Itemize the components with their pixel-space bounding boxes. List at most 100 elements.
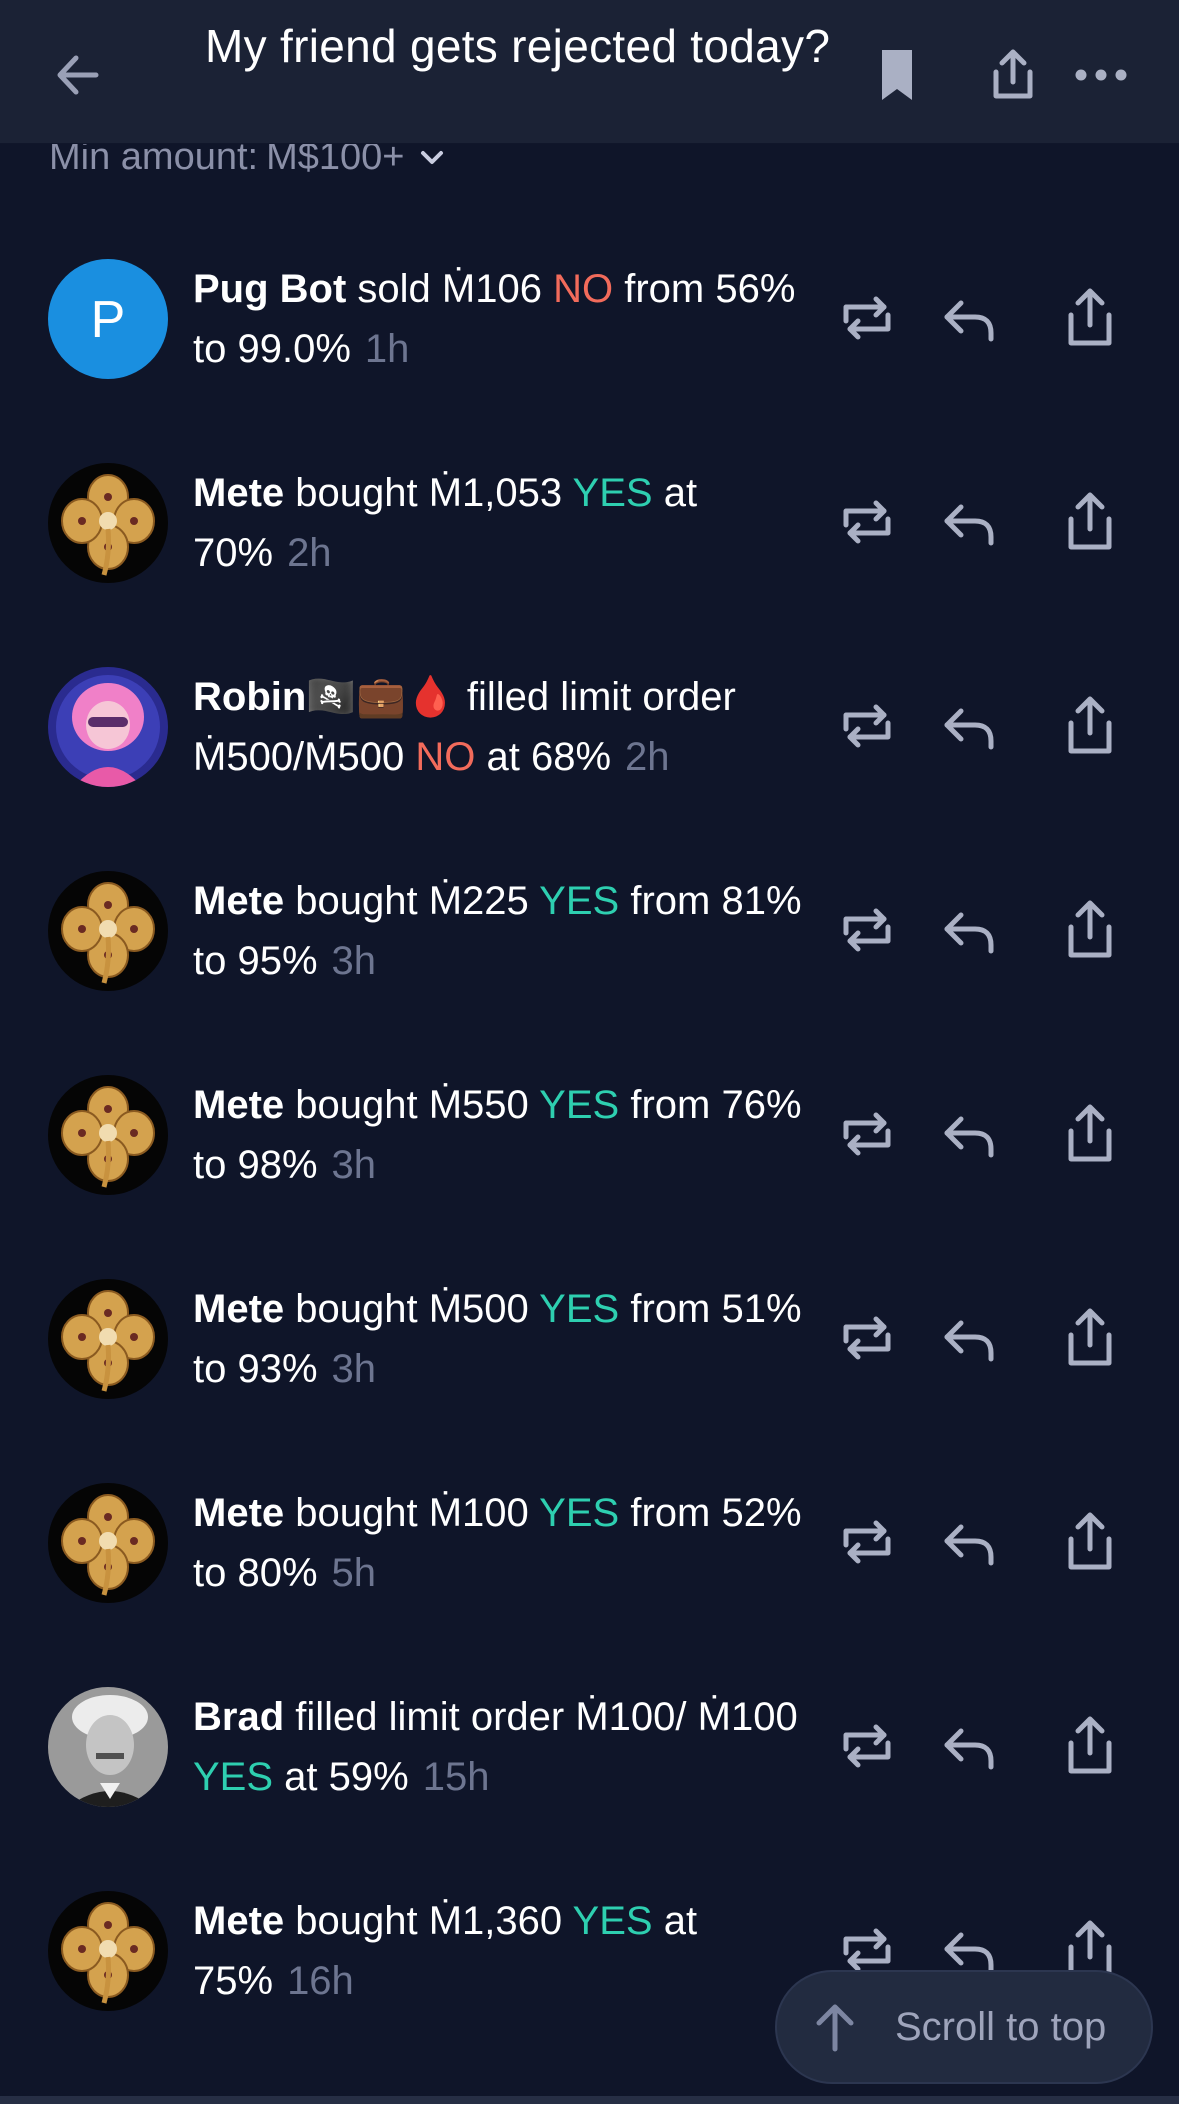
share-icon: [1068, 1308, 1112, 1366]
repost-button[interactable]: [832, 487, 902, 557]
user-name[interactable]: Mete: [193, 471, 284, 515]
back-arrow-icon[interactable]: [44, 40, 114, 110]
spacer-text: [529, 1491, 539, 1535]
action-text: bought: [284, 1899, 429, 1943]
clover-avatar[interactable]: [48, 1483, 168, 1603]
user-name[interactable]: Mete: [193, 1899, 284, 1943]
amount: Ṁ106: [441, 267, 542, 311]
amount: Ṁ100/ Ṁ100: [575, 1695, 798, 1739]
share-icon[interactable]: [980, 42, 1046, 108]
reply-icon: [944, 708, 994, 750]
amount: Ṁ500: [428, 1287, 529, 1331]
arrow-up-icon: [816, 2004, 854, 2052]
probability-text: at 68%: [475, 735, 612, 779]
user-name[interactable]: Mete: [193, 879, 284, 923]
outcome-label: YES: [539, 1083, 620, 1127]
repost-icon: [843, 500, 891, 544]
timestamp: 1h: [364, 327, 410, 371]
outcome-label: NO: [415, 735, 476, 779]
user-name[interactable]: Mete: [193, 1083, 284, 1127]
timestamp: 5h: [331, 1551, 377, 1595]
feed-item-text: Mete bought Ṁ550 YES from 76% to 98% 3h: [193, 1075, 823, 1195]
clover-avatar[interactable]: [48, 871, 168, 991]
amount: Ṁ550: [428, 1083, 529, 1127]
outcome-label: YES: [539, 879, 620, 923]
repost-button[interactable]: [832, 1711, 902, 1781]
timestamp: 15h: [422, 1755, 490, 1799]
reply-button[interactable]: [935, 283, 1005, 353]
spacer-text: [529, 1287, 539, 1331]
repost-button[interactable]: [832, 691, 902, 761]
clover-avatar[interactable]: [48, 1891, 168, 2011]
amount: Ṁ1,360: [428, 1899, 563, 1943]
user-name[interactable]: Mete: [193, 1491, 284, 1535]
brad-avatar[interactable]: [48, 1687, 168, 1807]
chevron-down-icon: [421, 150, 444, 164]
repost-icon: [843, 1112, 891, 1156]
timestamp: 2h: [625, 735, 670, 779]
share-button[interactable]: [1055, 1507, 1125, 1577]
feed-item: Mete bought Ṁ550 YES from 76% to 98% 3h: [0, 1041, 1179, 1245]
repost-icon: [843, 908, 891, 952]
share-button[interactable]: [1055, 1099, 1125, 1169]
amount: Ṁ225: [428, 879, 529, 923]
user-name[interactable]: Pug Bot: [193, 267, 346, 311]
share-button[interactable]: [1055, 1303, 1125, 1373]
timestamp: 3h: [331, 939, 377, 983]
feed-item-text: Pug Bot sold Ṁ106 NO from 56% to 99.0% 1h: [193, 259, 823, 379]
share-button[interactable]: [1055, 895, 1125, 965]
timestamp: 16h: [287, 1959, 354, 2003]
repost-button[interactable]: [832, 283, 902, 353]
reply-button[interactable]: [935, 1711, 1005, 1781]
reply-button[interactable]: [935, 487, 1005, 557]
share-icon: [1068, 492, 1112, 550]
clover-avatar[interactable]: [48, 1075, 168, 1195]
robin-avatar[interactable]: [48, 667, 168, 787]
share-button[interactable]: [1055, 691, 1125, 761]
share-button[interactable]: [1055, 283, 1125, 353]
action-text: filled limit order: [455, 675, 736, 719]
repost-icon: [843, 1316, 891, 1360]
reply-icon: [944, 912, 994, 954]
pug-bot-avatar[interactable]: P: [48, 259, 168, 379]
action-text: bought: [284, 471, 429, 515]
user-name[interactable]: Brad: [193, 1695, 284, 1739]
reply-button[interactable]: [935, 1507, 1005, 1577]
spacer-text: [562, 1899, 572, 1943]
feed-item-text: Mete bought Ṁ1,360 YES at 75% 16h: [193, 1891, 823, 2011]
repost-button[interactable]: [832, 1099, 902, 1169]
feed-item: Mete bought Ṁ100 YES from 52% to 80% 5h: [0, 1449, 1179, 1653]
feed-item: Robin🏴‍☠️💼🩸 filled limit order Ṁ500/Ṁ500…: [0, 633, 1179, 837]
user-name[interactable]: Robin🏴‍☠️💼🩸: [193, 675, 456, 719]
outcome-label: NO: [553, 267, 614, 311]
reply-icon: [944, 504, 994, 546]
action-text: bought: [284, 1083, 429, 1127]
repost-button[interactable]: [832, 1303, 902, 1373]
reply-button[interactable]: [935, 1303, 1005, 1373]
scroll-to-top-button[interactable]: Scroll to top: [775, 1970, 1153, 2084]
spacer-text: [529, 879, 539, 923]
feed-item: Mete bought Ṁ225 YES from 81% to 95% 3h: [0, 837, 1179, 1041]
amount: Ṁ100: [428, 1491, 529, 1535]
timestamp: 2h: [287, 531, 332, 575]
reply-icon: [944, 1728, 994, 1770]
clover-avatar[interactable]: [48, 463, 168, 583]
action-text: sold: [346, 267, 442, 311]
outcome-label: YES: [193, 1755, 274, 1799]
bookmark-icon[interactable]: [864, 42, 930, 108]
user-name[interactable]: Mete: [193, 1287, 284, 1331]
share-button[interactable]: [1055, 1711, 1125, 1781]
clover-avatar[interactable]: [48, 1279, 168, 1399]
repost-button[interactable]: [832, 1507, 902, 1577]
page-title: My friend gets rejected today?: [205, 20, 831, 72]
reply-button[interactable]: [935, 1099, 1005, 1169]
repost-button[interactable]: [832, 895, 902, 965]
feed-item: Mete bought Ṁ1,053 YES at 70% 2h: [0, 429, 1179, 633]
reply-button[interactable]: [935, 691, 1005, 761]
bottom-edge: [0, 2096, 1179, 2104]
reply-icon: [944, 1524, 994, 1566]
reply-button[interactable]: [935, 895, 1005, 965]
reply-icon: [944, 1320, 994, 1362]
more-options-icon[interactable]: [1068, 42, 1134, 108]
share-button[interactable]: [1055, 487, 1125, 557]
